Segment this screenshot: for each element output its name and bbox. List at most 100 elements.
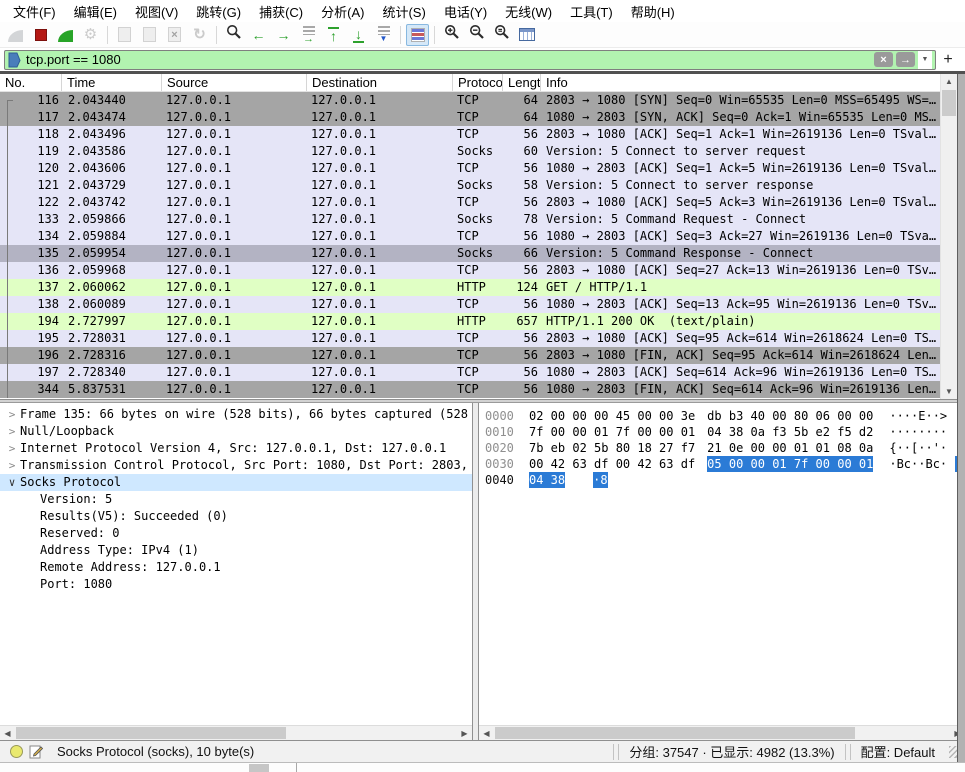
packet-row-118[interactable]: 1182.043496127.0.0.1127.0.0.1TCP562803 →… bbox=[0, 126, 965, 143]
menu-item[interactable]: 捕获(C) bbox=[250, 0, 312, 23]
filter-input[interactable] bbox=[26, 52, 871, 68]
menu-item[interactable]: 分析(A) bbox=[312, 0, 373, 23]
packet-row-195[interactable]: 1952.728031127.0.0.1127.0.0.1TCP562803 →… bbox=[0, 330, 965, 347]
ascii-bytes[interactable]: ·Bc··Bc· bbox=[889, 456, 947, 472]
details-hscrollbar[interactable]: ◀ ▶ bbox=[0, 725, 472, 740]
detail-row[interactable]: >Null/Loopback bbox=[0, 423, 472, 440]
go-back-button[interactable]: ← bbox=[247, 24, 270, 46]
menu-item[interactable]: 跳转(G) bbox=[187, 0, 250, 23]
packet-row-121[interactable]: 1212.043729127.0.0.1127.0.0.1Socks58Vers… bbox=[0, 177, 965, 194]
filter-bookmark-icon[interactable] bbox=[8, 52, 21, 68]
colorize-button[interactable] bbox=[406, 24, 429, 46]
packet-row-138[interactable]: 1382.060089127.0.0.1127.0.0.1TCP561080 →… bbox=[0, 296, 965, 313]
packet-row-197[interactable]: 1972.728340127.0.0.1127.0.0.1TCP561080 →… bbox=[0, 364, 965, 381]
hex-bytes[interactable]: 7b eb 02 5b 80 18 27 f7 bbox=[529, 440, 695, 456]
scroll-right-icon[interactable]: ▶ bbox=[457, 726, 472, 740]
hex-row[interactable]: 003000 42 63 df 00 42 63 df05 00 00 01 7… bbox=[485, 456, 965, 472]
column-header-protocol[interactable]: Protocol bbox=[453, 74, 503, 91]
ascii-bytes[interactable]: ········ bbox=[889, 424, 947, 440]
column-header-destination[interactable]: Destination bbox=[307, 74, 453, 91]
filter-add-button[interactable]: + bbox=[936, 51, 960, 69]
hex-bytes[interactable]: 04 38 0a f3 5b e2 f5 d2 bbox=[707, 424, 873, 440]
menu-item[interactable]: 工具(T) bbox=[561, 0, 622, 23]
auto-scroll-button[interactable]: ▼ bbox=[372, 24, 395, 46]
detail-row[interactable]: Port: 1080 bbox=[0, 576, 472, 593]
hex-bytes[interactable]: 7f 00 00 01 7f 00 00 01 bbox=[529, 424, 695, 440]
menu-item[interactable]: 帮助(H) bbox=[622, 0, 684, 23]
packet-row-122[interactable]: 1222.043742127.0.0.1127.0.0.1TCP562803 →… bbox=[0, 194, 965, 211]
capture-comment-icon[interactable] bbox=[29, 745, 43, 759]
scroll-down-icon[interactable]: ▼ bbox=[941, 384, 957, 399]
menu-item[interactable]: 电话(Y) bbox=[435, 0, 496, 23]
column-header-time[interactable]: Time bbox=[62, 74, 162, 91]
packet-row-116[interactable]: 1162.043440127.0.0.1127.0.0.1TCP642803 →… bbox=[0, 92, 965, 109]
menu-item[interactable]: 文件(F) bbox=[4, 0, 65, 23]
collapsed-arrow-icon[interactable]: > bbox=[4, 440, 20, 457]
menu-item[interactable]: 无线(W) bbox=[496, 0, 561, 23]
menu-item[interactable]: 编辑(E) bbox=[65, 0, 126, 23]
hex-row[interactable]: 004004 38·8 bbox=[485, 472, 965, 488]
detail-row[interactable]: Results(V5): Succeeded (0) bbox=[0, 508, 472, 525]
hex-bytes[interactable]: 05 00 00 01 7f 00 00 01 bbox=[707, 456, 873, 472]
ascii-bytes[interactable]: ····E··> bbox=[889, 408, 947, 424]
hex-bytes[interactable]: 02 00 00 00 45 00 00 3e bbox=[529, 408, 695, 424]
scroll-thumb[interactable] bbox=[16, 727, 286, 739]
zoom-in-button[interactable] bbox=[440, 24, 463, 46]
zoom-original-button[interactable] bbox=[490, 24, 513, 46]
ascii-bytes[interactable]: {··[··'· bbox=[889, 440, 947, 456]
hex-bytes[interactable]: 21 0e 00 00 01 01 08 0a bbox=[707, 440, 873, 456]
packet-row-196[interactable]: 1962.728316127.0.0.1127.0.0.1TCP562803 →… bbox=[0, 347, 965, 364]
go-forward-button[interactable]: → bbox=[272, 24, 295, 46]
profile-label[interactable]: 配置: Default bbox=[853, 742, 943, 761]
packet-row-119[interactable]: 1192.043586127.0.0.1127.0.0.1Socks60Vers… bbox=[0, 143, 965, 160]
hex-row[interactable]: 00207b eb 02 5b 80 18 27 f721 0e 00 00 0… bbox=[485, 440, 965, 456]
packet-row-117[interactable]: 1172.043474127.0.0.1127.0.0.1TCP641080 →… bbox=[0, 109, 965, 126]
column-header-lengtl[interactable]: Lengtl bbox=[503, 74, 541, 91]
hex-hscrollbar[interactable]: ◀ ▶ bbox=[479, 725, 965, 740]
go-top-button[interactable]: ↑ bbox=[322, 24, 345, 46]
detail-row[interactable]: Remote Address: 127.0.0.1 bbox=[0, 559, 472, 576]
menu-item[interactable]: 统计(S) bbox=[373, 0, 434, 23]
column-header-info[interactable]: Info bbox=[541, 74, 965, 91]
scroll-left-icon[interactable]: ◀ bbox=[0, 726, 15, 740]
resize-columns-button[interactable] bbox=[515, 24, 538, 46]
detail-row[interactable]: ∨Socks Protocol bbox=[0, 474, 472, 491]
packet-row-134[interactable]: 1342.059884127.0.0.1127.0.0.1TCP561080 →… bbox=[0, 228, 965, 245]
scroll-left-icon[interactable]: ◀ bbox=[479, 726, 494, 740]
packet-row-344[interactable]: 3445.837531127.0.0.1127.0.0.1TCP561080 →… bbox=[0, 381, 965, 398]
packet-row-120[interactable]: 1202.043606127.0.0.1127.0.0.1TCP561080 →… bbox=[0, 160, 965, 177]
scroll-up-icon[interactable]: ▲ bbox=[941, 74, 957, 89]
detail-row[interactable]: >Frame 135: 66 bytes on wire (528 bits),… bbox=[0, 406, 472, 423]
packet-row-136[interactable]: 1362.059968127.0.0.1127.0.0.1TCP562803 →… bbox=[0, 262, 965, 279]
hex-row[interactable]: 00107f 00 00 01 7f 00 00 0104 38 0a f3 5… bbox=[485, 424, 965, 440]
filter-apply-button[interactable]: → bbox=[896, 52, 915, 67]
collapsed-arrow-icon[interactable]: > bbox=[4, 457, 20, 474]
find-packet-button[interactable] bbox=[222, 24, 245, 46]
column-header-source[interactable]: Source bbox=[162, 74, 307, 91]
zoom-out-button[interactable] bbox=[465, 24, 488, 46]
ascii-bytes[interactable]: ·8 bbox=[593, 472, 607, 488]
filter-clear-button[interactable]: × bbox=[874, 52, 893, 67]
filter-dropdown-caret[interactable]: ▼ bbox=[918, 51, 932, 69]
column-header-no[interactable]: No. bbox=[0, 74, 62, 91]
packet-row-137[interactable]: 1372.060062127.0.0.1127.0.0.1HTTP124GET … bbox=[0, 279, 965, 296]
go-bottom-button[interactable]: ↓ bbox=[347, 24, 370, 46]
restart-capture-button[interactable] bbox=[54, 24, 77, 46]
expert-info-icon[interactable] bbox=[10, 745, 23, 758]
hex-bytes[interactable]: 00 42 63 df 00 42 63 df bbox=[529, 456, 695, 472]
menu-item[interactable]: 视图(V) bbox=[126, 0, 187, 23]
collapsed-arrow-icon[interactable]: > bbox=[4, 406, 20, 423]
go-to-packet-button[interactable]: → bbox=[297, 24, 320, 46]
packet-row-135[interactable]: 1352.059954127.0.0.1127.0.0.1Socks66Vers… bbox=[0, 245, 965, 262]
scroll-thumb[interactable] bbox=[495, 727, 855, 739]
detail-row[interactable]: >Transmission Control Protocol, Src Port… bbox=[0, 457, 472, 474]
packet-row-194[interactable]: 1942.727997127.0.0.1127.0.0.1HTTP657HTTP… bbox=[0, 313, 965, 330]
packet-list-vscrollbar[interactable]: ▲ ▼ bbox=[940, 74, 957, 399]
collapsed-arrow-icon[interactable]: > bbox=[4, 423, 20, 440]
hex-bytes[interactable]: db b3 40 00 80 06 00 00 bbox=[707, 408, 873, 424]
hex-bytes[interactable]: 04 38 bbox=[529, 472, 565, 488]
detail-row[interactable]: Reserved: 0 bbox=[0, 525, 472, 542]
packet-row-133[interactable]: 1332.059866127.0.0.1127.0.0.1Socks78Vers… bbox=[0, 211, 965, 228]
detail-row[interactable]: Address Type: IPv4 (1) bbox=[0, 542, 472, 559]
scroll-thumb[interactable] bbox=[942, 90, 956, 116]
